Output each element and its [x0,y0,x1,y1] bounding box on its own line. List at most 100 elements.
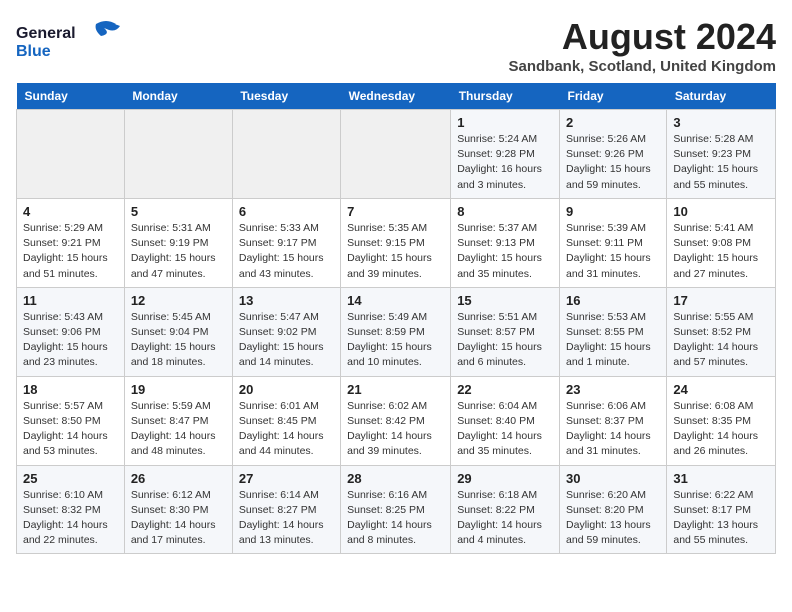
calendar-cell: 9 Sunrise: 5:39 AM Sunset: 9:11 PM Daylig… [560,198,667,287]
day-number: 21 [347,382,444,397]
day-detail: Sunrise: 5:28 AM Sunset: 9:23 PM Dayligh… [673,132,769,193]
day-number: 30 [566,471,660,486]
calendar-cell: 25 Sunrise: 6:10 AM Sunset: 8:32 PM Dayli… [17,465,125,554]
calendar-cell: 15Sunrise: 5:51 AM Sunset: 8:57 PM Dayli… [451,287,560,376]
day-number: 27 [239,471,334,486]
weekday-header-saturday: Saturday [667,83,776,110]
calendar-cell: 26 Sunrise: 6:12 AM Sunset: 8:30 PM Dayli… [124,465,232,554]
day-number: 2 [566,115,660,130]
day-detail: Sunrise: 5:45 AM Sunset: 9:04 PM Dayligh… [131,310,226,371]
day-number: 19 [131,382,226,397]
calendar-cell: 12 Sunrise: 5:45 AM Sunset: 9:04 PM Dayli… [124,287,232,376]
svg-text:Blue: Blue [16,43,51,60]
calendar-week-4: 18 Sunrise: 5:57 AM Sunset: 8:50 PM Dayli… [17,376,776,465]
calendar-cell: 3 Sunrise: 5:28 AM Sunset: 9:23 PM Daylig… [667,110,776,199]
day-detail: Sunrise: 5:55 AM Sunset: 8:52 PM Dayligh… [673,310,769,371]
day-number: 17 [673,293,769,308]
day-number: 11 [23,293,118,308]
day-detail: Sunrise: 6:12 AM Sunset: 8:30 PM Dayligh… [131,488,226,549]
day-number: 31 [673,471,769,486]
calendar-cell: 27 Sunrise: 6:14 AM Sunset: 8:27 PM Dayli… [232,465,340,554]
day-detail: Sunrise: 5:24 AM Sunset: 9:28 PM Dayligh… [457,132,553,193]
month-title: August 2024 [508,16,776,58]
calendar-cell: 10 Sunrise: 5:41 AM Sunset: 9:08 PM Dayli… [667,198,776,287]
day-detail: Sunrise: 6:04 AM Sunset: 8:40 PM Dayligh… [457,399,553,460]
day-detail: Sunrise: 5:41 AM Sunset: 9:08 PM Dayligh… [673,221,769,282]
day-number: 3 [673,115,769,130]
day-detail: Sunrise: 5:35 AM Sunset: 9:15 PM Dayligh… [347,221,444,282]
calendar-week-2: 4 Sunrise: 5:29 AM Sunset: 9:21 PM Daylig… [17,198,776,287]
title-block: August 2024 Sandbank, Scotland, United K… [508,16,776,75]
day-detail: Sunrise: 5:31 AM Sunset: 9:19 PM Dayligh… [131,221,226,282]
calendar-cell: 13Sunrise: 5:47 AM Sunset: 9:02 PM Dayli… [232,287,340,376]
calendar-cell: 21 Sunrise: 6:02 AM Sunset: 8:42 PM Dayli… [341,376,451,465]
day-detail: Sunrise: 5:59 AM Sunset: 8:47 PM Dayligh… [131,399,226,460]
day-number: 28 [347,471,444,486]
calendar-cell: 31 Sunrise: 6:22 AM Sunset: 8:17 PM Dayli… [667,465,776,554]
day-number: 26 [131,471,226,486]
day-number: 8 [457,204,553,219]
day-detail: Sunrise: 5:37 AM Sunset: 9:13 PM Dayligh… [457,221,553,282]
day-number: 22 [457,382,553,397]
day-detail: Sunrise: 6:18 AM Sunset: 8:22 PM Dayligh… [457,488,553,549]
svg-text:General: General [16,25,76,42]
day-number: 14 [347,293,444,308]
day-detail: Sunrise: 5:53 AM Sunset: 8:55 PM Dayligh… [566,310,660,371]
calendar-cell: 16Sunrise: 5:53 AM Sunset: 8:55 PM Dayli… [560,287,667,376]
day-number: 25 [23,471,118,486]
day-number: 23 [566,382,660,397]
weekday-header-sunday: Sunday [17,83,125,110]
day-detail: Sunrise: 6:06 AM Sunset: 8:37 PM Dayligh… [566,399,660,460]
day-number: 13 [239,293,334,308]
calendar-cell: 7 Sunrise: 5:35 AM Sunset: 9:15 PM Daylig… [341,198,451,287]
page-header: General Blue August 2024 Sandbank, Scotl… [16,16,776,75]
day-detail: Sunrise: 6:20 AM Sunset: 8:20 PM Dayligh… [566,488,660,549]
day-number: 5 [131,204,226,219]
day-detail: Sunrise: 6:08 AM Sunset: 8:35 PM Dayligh… [673,399,769,460]
day-detail: Sunrise: 5:49 AM Sunset: 8:59 PM Dayligh… [347,310,444,371]
calendar-cell: 19 Sunrise: 5:59 AM Sunset: 8:47 PM Dayli… [124,376,232,465]
day-number: 9 [566,204,660,219]
day-detail: Sunrise: 5:39 AM Sunset: 9:11 PM Dayligh… [566,221,660,282]
day-number: 18 [23,382,118,397]
day-number: 20 [239,382,334,397]
day-detail: Sunrise: 6:02 AM Sunset: 8:42 PM Dayligh… [347,399,444,460]
day-detail: Sunrise: 5:57 AM Sunset: 8:50 PM Dayligh… [23,399,118,460]
calendar-header: SundayMondayTuesdayWednesdayThursdayFrid… [17,83,776,110]
day-number: 24 [673,382,769,397]
logo: General Blue [16,16,126,69]
day-number: 29 [457,471,553,486]
calendar-cell: 11 Sunrise: 5:43 AM Sunset: 9:06 PM Dayli… [17,287,125,376]
day-detail: Sunrise: 5:26 AM Sunset: 9:26 PM Dayligh… [566,132,660,193]
calendar-cell: 29 Sunrise: 6:18 AM Sunset: 8:22 PM Dayli… [451,465,560,554]
calendar-cell: 2 Sunrise: 5:26 AM Sunset: 9:26 PM Daylig… [560,110,667,199]
day-number: 4 [23,204,118,219]
calendar-cell: 18 Sunrise: 5:57 AM Sunset: 8:50 PM Dayli… [17,376,125,465]
day-detail: Sunrise: 5:43 AM Sunset: 9:06 PM Dayligh… [23,310,118,371]
day-number: 12 [131,293,226,308]
weekday-header-monday: Monday [124,83,232,110]
weekday-header-thursday: Thursday [451,83,560,110]
day-number: 6 [239,204,334,219]
day-detail: Sunrise: 6:10 AM Sunset: 8:32 PM Dayligh… [23,488,118,549]
day-detail: Sunrise: 6:14 AM Sunset: 8:27 PM Dayligh… [239,488,334,549]
calendar-cell: 6 Sunrise: 5:33 AM Sunset: 9:17 PM Daylig… [232,198,340,287]
calendar-cell [17,110,125,199]
calendar-cell: 5 Sunrise: 5:31 AM Sunset: 9:19 PM Daylig… [124,198,232,287]
calendar-cell: 22 Sunrise: 6:04 AM Sunset: 8:40 PM Dayli… [451,376,560,465]
calendar-cell: 24 Sunrise: 6:08 AM Sunset: 8:35 PM Dayli… [667,376,776,465]
day-detail: Sunrise: 5:33 AM Sunset: 9:17 PM Dayligh… [239,221,334,282]
calendar-table: SundayMondayTuesdayWednesdayThursdayFrid… [16,83,776,554]
calendar-week-3: 11 Sunrise: 5:43 AM Sunset: 9:06 PM Dayli… [17,287,776,376]
day-number: 15 [457,293,553,308]
day-detail: Sunrise: 5:29 AM Sunset: 9:21 PM Dayligh… [23,221,118,282]
calendar-week-5: 25 Sunrise: 6:10 AM Sunset: 8:32 PM Dayli… [17,465,776,554]
calendar-cell: 30 Sunrise: 6:20 AM Sunset: 8:20 PM Dayli… [560,465,667,554]
day-detail: Sunrise: 6:22 AM Sunset: 8:17 PM Dayligh… [673,488,769,549]
weekday-header-wednesday: Wednesday [341,83,451,110]
day-number: 10 [673,204,769,219]
calendar-cell: 14 Sunrise: 5:49 AM Sunset: 8:59 PM Dayli… [341,287,451,376]
day-detail: Sunrise: 6:16 AM Sunset: 8:25 PM Dayligh… [347,488,444,549]
day-number: 7 [347,204,444,219]
calendar-cell [124,110,232,199]
